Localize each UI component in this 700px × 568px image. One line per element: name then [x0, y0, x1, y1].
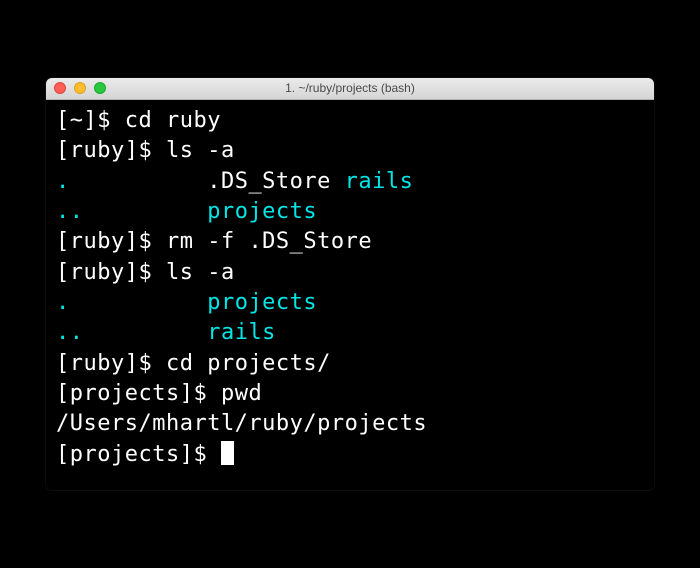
output-text: /Users/mhartl/ruby/projects: [56, 411, 427, 436]
close-icon[interactable]: [54, 82, 66, 94]
ls-entry-dir: rails: [345, 169, 414, 194]
ls-entry-dir: rails: [207, 320, 276, 345]
terminal-line: [projects]$ pwd: [56, 379, 644, 409]
terminal-line: . .DS_Store rails: [56, 167, 644, 197]
prompt: [projects]$: [56, 381, 221, 406]
terminal-line: [ruby]$ cd projects/: [56, 349, 644, 379]
terminal-line: [~]$ cd ruby: [56, 106, 644, 136]
ls-entry: ..: [56, 199, 207, 224]
prompt: [ruby]$: [56, 351, 166, 376]
traffic-lights: [54, 82, 106, 94]
prompt: [projects]$: [56, 442, 221, 467]
ls-entry: ..: [56, 320, 207, 345]
ls-entry: .: [56, 290, 207, 315]
command-text: ls -a: [166, 260, 235, 285]
ls-entry-dir: projects: [207, 290, 317, 315]
cursor-icon: [221, 441, 234, 465]
terminal-line: [ruby]$ ls -a: [56, 136, 644, 166]
ls-entry: .: [56, 169, 207, 194]
terminal-line: .. rails: [56, 318, 644, 348]
command-text: pwd: [221, 381, 262, 406]
terminal-window: 1. ~/ruby/projects (bash) [~]$ cd ruby […: [46, 78, 654, 490]
terminal-line: . projects: [56, 288, 644, 318]
titlebar: 1. ~/ruby/projects (bash): [46, 78, 654, 100]
prompt: [ruby]$: [56, 138, 166, 163]
minimize-icon[interactable]: [74, 82, 86, 94]
prompt: [ruby]$: [56, 229, 166, 254]
command-text: cd ruby: [125, 108, 221, 133]
ls-entry-dir: projects: [207, 199, 317, 224]
ls-entry: .DS_Store: [207, 169, 344, 194]
terminal-line: /Users/mhartl/ruby/projects: [56, 409, 644, 439]
terminal-line: [ruby]$ ls -a: [56, 258, 644, 288]
terminal-line: [ruby]$ rm -f .DS_Store: [56, 227, 644, 257]
terminal-line: [projects]$: [56, 440, 644, 470]
prompt: [~]$: [56, 108, 125, 133]
terminal-line: .. projects: [56, 197, 644, 227]
command-text: ls -a: [166, 138, 235, 163]
prompt: [ruby]$: [56, 260, 166, 285]
command-text: cd projects/: [166, 351, 331, 376]
terminal-body[interactable]: [~]$ cd ruby [ruby]$ ls -a . .DS_Store r…: [46, 100, 654, 490]
maximize-icon[interactable]: [94, 82, 106, 94]
command-text: rm -f .DS_Store: [166, 229, 372, 254]
window-title: 1. ~/ruby/projects (bash): [46, 81, 654, 95]
